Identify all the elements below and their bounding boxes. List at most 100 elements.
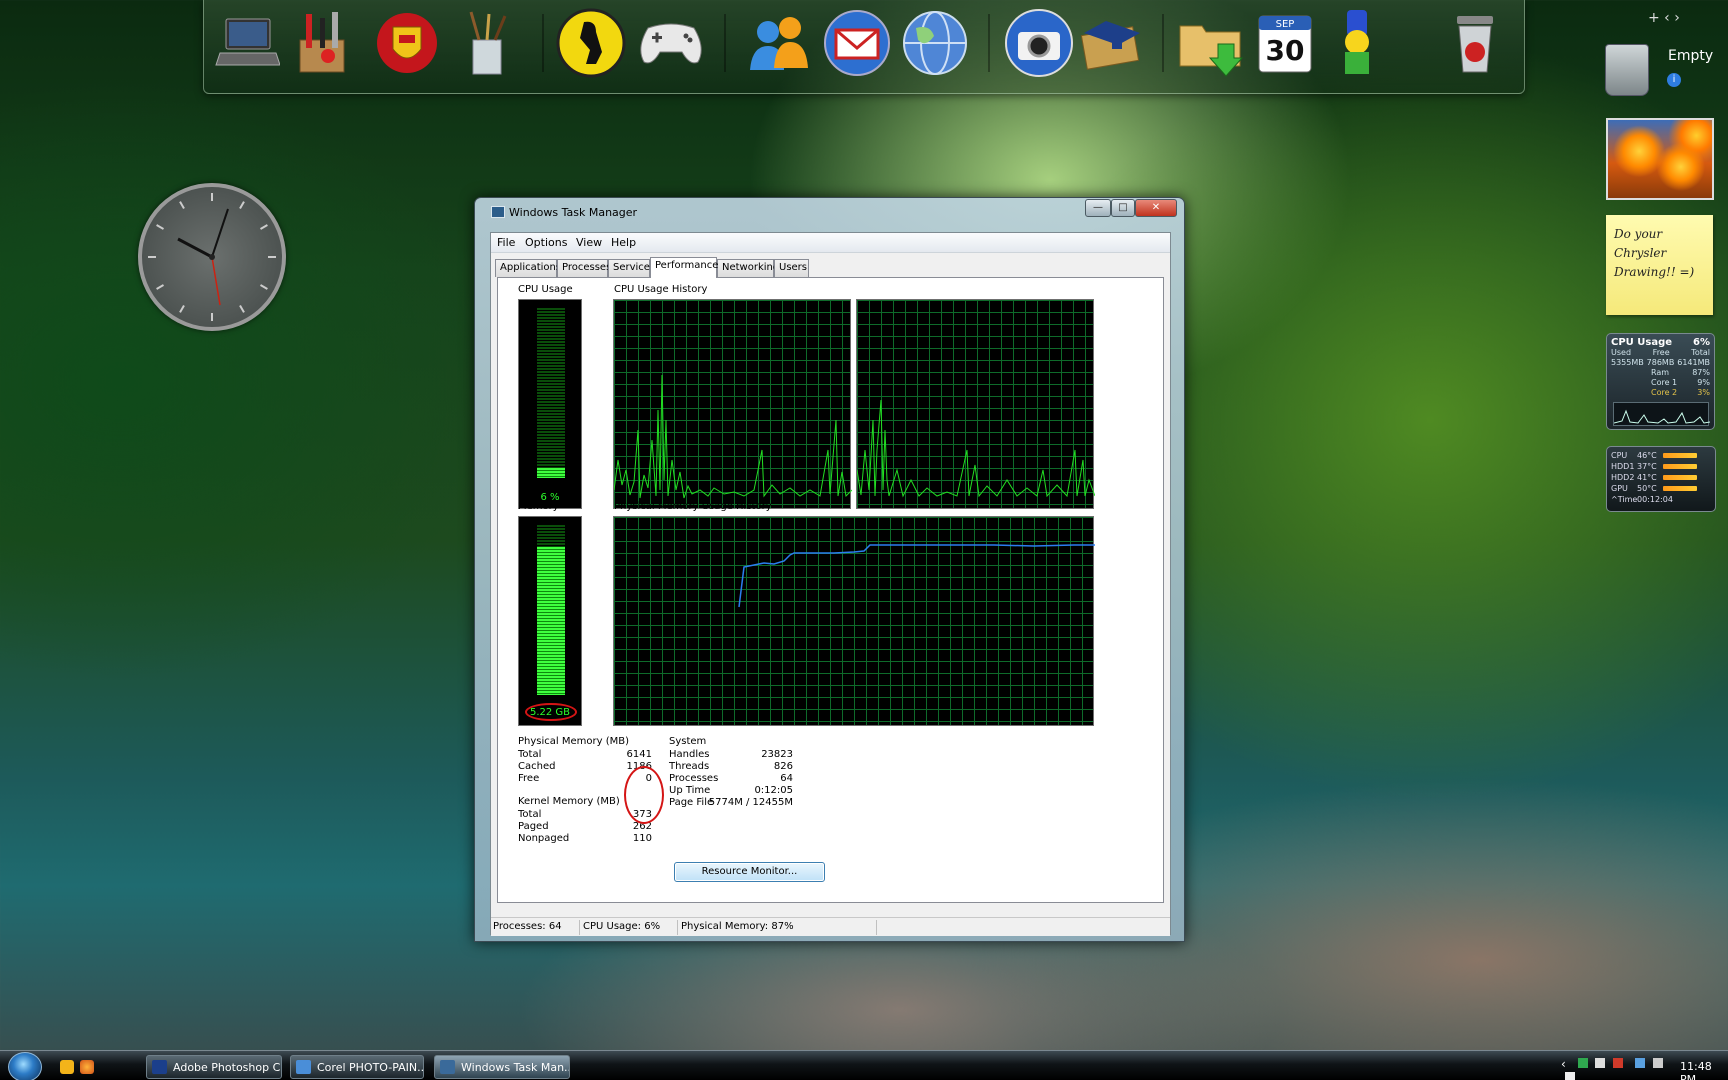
taskbar: Adobe Photoshop C... Corel PHOTO-PAIN...… — [0, 1050, 1728, 1080]
cpu-gadget-row-label: Core 2 — [1651, 388, 1678, 397]
tab-performance[interactable]: Performance — [650, 257, 718, 278]
counter-strike-icon[interactable] — [556, 8, 626, 78]
volume-icon[interactable] — [1652, 1058, 1663, 1068]
memory-meter: 5.22 GB — [518, 516, 582, 726]
taskbar-button-task-manager[interactable]: Windows Task Man... — [434, 1055, 570, 1079]
system-label: Processes — [669, 773, 719, 784]
messenger-icon[interactable] — [744, 8, 814, 78]
simpsons-icon[interactable] — [1322, 8, 1392, 78]
dock-separator — [1162, 14, 1164, 72]
crest-icon[interactable] — [372, 8, 442, 78]
status-divider — [579, 920, 580, 935]
start-button[interactable] — [8, 1052, 42, 1080]
network-icon[interactable] — [1635, 1058, 1646, 1068]
calendar-icon[interactable]: SEP 30 — [1250, 8, 1320, 78]
tray-icon[interactable] — [1595, 1058, 1606, 1068]
cpu-history-graph-core2 — [856, 299, 1095, 509]
gamepad-icon[interactable] — [636, 8, 706, 78]
quicklaunch-show-desktop-icon[interactable] — [60, 1060, 74, 1074]
tray-icon[interactable] — [1613, 1058, 1624, 1068]
firefox-icon[interactable] — [80, 1060, 94, 1074]
temp-bar — [1663, 464, 1697, 469]
kernel-row-nonpaged: Nonpaged 110 — [518, 833, 652, 844]
kernel-label: Nonpaged — [518, 833, 570, 844]
taskbar-button-label: Corel PHOTO-PAIN... — [317, 1061, 424, 1074]
download-folder-icon[interactable] — [1176, 8, 1246, 78]
taskbar-button-corel[interactable]: Corel PHOTO-PAIN... — [290, 1055, 424, 1079]
recycle-bin-icon[interactable] — [1605, 44, 1649, 96]
cpu-gadget-value: 6141MB — [1677, 358, 1710, 367]
system-row-processes: Processes 64 — [669, 773, 793, 784]
system-row-uptime: Up Time 0:12:05 — [669, 785, 793, 796]
resource-monitor-button[interactable]: Resource Monitor... — [674, 862, 825, 882]
mail-icon[interactable] — [822, 8, 892, 78]
temp-value: 50°C — [1637, 484, 1657, 493]
cpu-usage-gadget[interactable]: CPU Usage 6% Used Free Total 5355MB 786MB 614… — [1606, 333, 1715, 430]
temp-bar — [1663, 486, 1697, 491]
sticky-note[interactable]: Do your Chrysler Drawing!! =) — [1606, 215, 1713, 315]
temp-value: 46°C — [1637, 451, 1657, 460]
graduation-icon[interactable] — [1078, 8, 1148, 78]
cpu-gadget-graph — [1613, 402, 1710, 426]
cpu-gadget-header: Free — [1652, 348, 1670, 357]
physical-memory-annotation-oval — [624, 766, 664, 824]
tab-services[interactable]: Services — [608, 259, 655, 277]
brushes-icon[interactable] — [452, 8, 522, 78]
tray-icon[interactable] — [1565, 1072, 1575, 1080]
cpu-history-label: CPU Usage History — [614, 284, 708, 295]
tab-networking[interactable]: Networking — [717, 259, 779, 277]
corel-icon — [296, 1060, 311, 1074]
dock-separator — [542, 14, 544, 72]
system-value: 64 — [780, 773, 793, 784]
recycle-bin-label: Empty — [1668, 48, 1714, 64]
tab-processes[interactable]: Processes — [557, 259, 611, 277]
cpu-usage-meter: 6 % — [518, 299, 582, 509]
taskbar-button-label: Adobe Photoshop C... — [173, 1061, 282, 1074]
info-icon[interactable]: i — [1667, 73, 1681, 87]
memory-annotation-circle — [525, 703, 577, 721]
kernel-label: Total — [518, 809, 542, 820]
status-bar: Processes: 64 CPU Usage: 6% Physical Mem… — [491, 917, 1170, 936]
menu-help[interactable]: Help — [611, 236, 636, 249]
temp-label: GPU — [1611, 484, 1628, 493]
temp-bar — [1663, 475, 1697, 480]
taskbar-button-photoshop[interactable]: Adobe Photoshop C... — [146, 1055, 282, 1079]
cpu-gadget-value: 5355MB — [1611, 358, 1644, 367]
system-value: 23823 — [761, 749, 793, 760]
close-button[interactable]: ✕ — [1135, 199, 1177, 217]
minimize-button[interactable]: — — [1085, 199, 1111, 217]
system-value: 826 — [773, 761, 793, 772]
tray-icon[interactable] — [1577, 1058, 1588, 1068]
slideshow-gadget[interactable] — [1606, 118, 1714, 200]
menu-options[interactable]: Options — [525, 236, 567, 249]
system-row-handles: Handles 23823 — [669, 749, 793, 760]
trash-icon[interactable] — [1440, 8, 1510, 78]
status-cpu: CPU Usage: 6% — [583, 921, 661, 932]
tab-users[interactable]: Users — [774, 259, 809, 277]
phys-row-total: Total 6141 — [518, 749, 652, 760]
camera-icon[interactable] — [1004, 8, 1074, 78]
laptop-icon[interactable] — [212, 8, 282, 78]
menu-view[interactable]: View — [576, 236, 602, 249]
kernel-row-paged: Paged 262 — [518, 821, 652, 832]
tools-box-icon[interactable] — [288, 8, 358, 78]
globe-icon[interactable] — [900, 8, 970, 78]
system-value: 5774M / 12455M — [708, 797, 793, 808]
cpu-gadget-header: Used — [1611, 348, 1632, 357]
phys-label: Free — [518, 773, 540, 784]
tray-expand-icon[interactable]: ‹ — [1561, 1057, 1566, 1071]
temperature-gadget[interactable]: CPU 46°C HDD1 37°C HDD2 41°C GPU 50°C ^Time 0… — [1606, 446, 1716, 512]
cpu-history-graph-core1 — [613, 299, 852, 509]
maximize-button[interactable]: □ — [1111, 199, 1135, 217]
temp-bar — [1663, 453, 1697, 458]
sidebar-controls[interactable]: + ‹ › — [1648, 10, 1712, 32]
clock-gadget[interactable] — [138, 183, 286, 331]
calendar-day: 30 — [1266, 34, 1305, 67]
dock-separator — [724, 14, 726, 72]
taskbar-clock[interactable]: 11:48 PM — [1680, 1060, 1728, 1080]
cpu-gadget-header: Total — [1691, 348, 1710, 357]
tab-applications[interactable]: Applications — [495, 259, 561, 277]
cpu-usage-label: CPU Usage — [518, 284, 573, 295]
performance-panel: CPU Usage 6 % CPU Usage History Memory 5… — [497, 277, 1164, 903]
menu-file[interactable]: File — [497, 236, 515, 249]
